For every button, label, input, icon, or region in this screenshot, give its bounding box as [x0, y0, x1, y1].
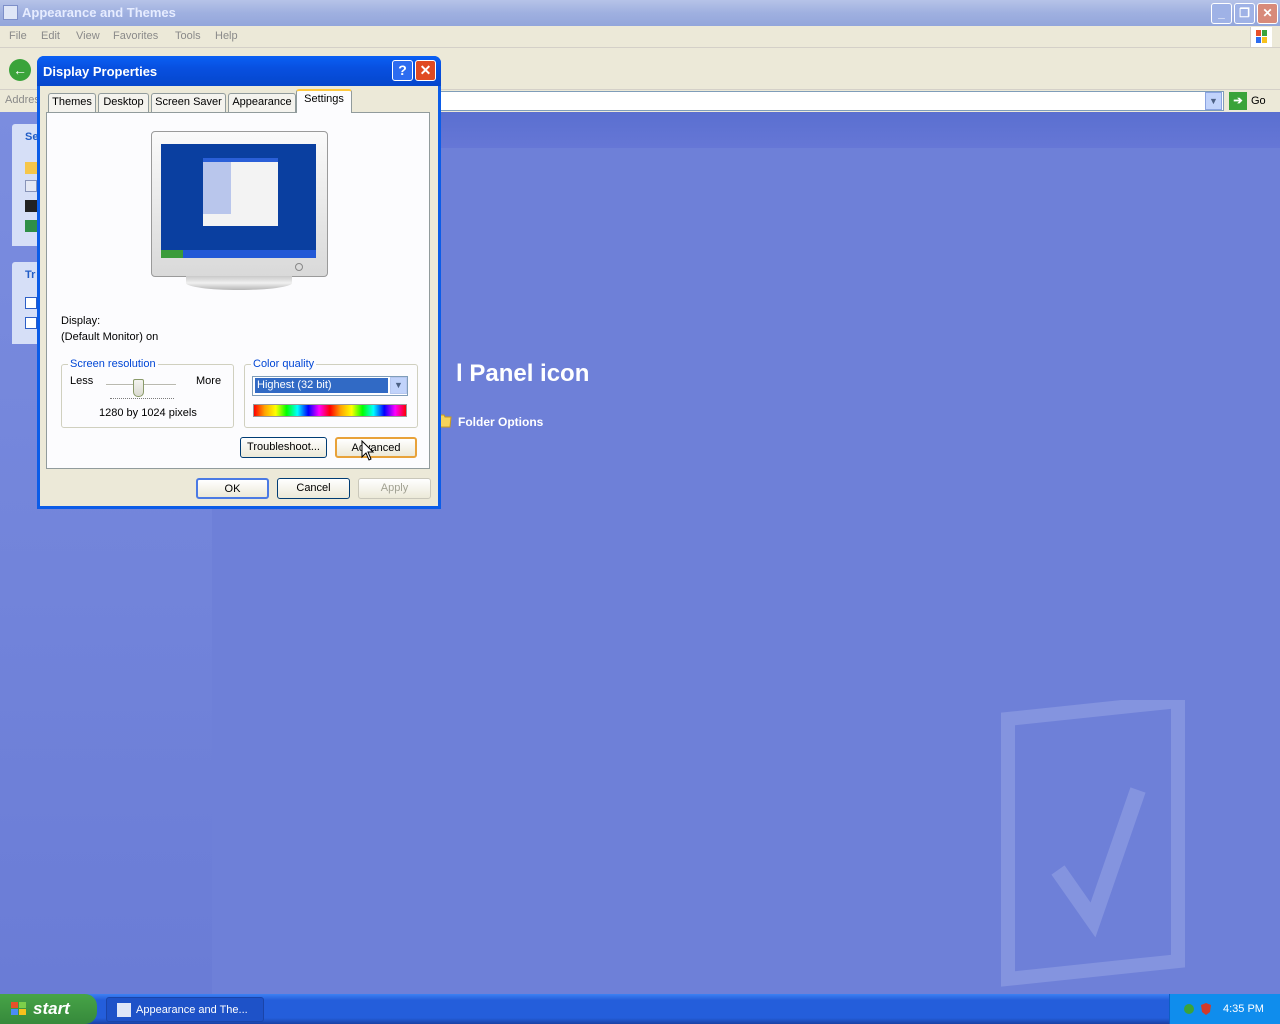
- folder-icon[interactable]: [25, 162, 37, 174]
- address-input[interactable]: [440, 91, 1224, 111]
- taskbar-item-label: Appearance and The...: [136, 1004, 248, 1016]
- network-icon[interactable]: [1182, 1002, 1196, 1016]
- cancel-button[interactable]: Cancel: [277, 478, 350, 499]
- troubleshoot-button[interactable]: Troubleshoot...: [240, 437, 327, 458]
- display-value: (Default Monitor) on: [61, 331, 159, 343]
- tab-screen-saver[interactable]: Screen Saver: [151, 93, 226, 112]
- control-panel-icon: [117, 1003, 131, 1017]
- advanced-button[interactable]: Advanced: [335, 437, 417, 458]
- preview-window-sidebar: [203, 162, 231, 214]
- close-icon: ✕: [419, 62, 432, 78]
- window-close-button[interactable]: ✕: [1257, 3, 1278, 24]
- help-icon[interactable]: [25, 297, 37, 309]
- control-panel-heading: l Panel icon: [456, 360, 590, 387]
- film-icon[interactable]: [25, 200, 37, 212]
- window-titlebar: Appearance and Themes _ ❐ ✕: [0, 0, 1280, 26]
- preview-start: [161, 250, 183, 258]
- window-title: Appearance and Themes: [22, 5, 176, 20]
- monitor-stand: [186, 276, 292, 290]
- color-quality-label: Color quality: [251, 358, 317, 370]
- menu-file[interactable]: File: [9, 30, 27, 42]
- appearance-watermark-icon: [1001, 700, 1185, 987]
- chevron-down-icon: ▼: [394, 380, 403, 390]
- resolution-value: 1280 by 1024 pixels: [99, 407, 197, 419]
- display-label: Display:: [61, 315, 101, 327]
- security-shield-icon[interactable]: [1200, 1002, 1212, 1016]
- dialog-close-button[interactable]: ✕: [415, 60, 436, 81]
- tab-appearance[interactable]: Appearance: [228, 93, 296, 112]
- back-arrow-icon: ←: [13, 62, 27, 78]
- page-icon[interactable]: [25, 180, 37, 192]
- mouse-pointer-icon: [361, 440, 375, 461]
- tab-settings[interactable]: Settings: [296, 89, 352, 113]
- dialog-titlebar[interactable]: Display Properties: [37, 56, 441, 86]
- go-arrow-icon: ➔: [1233, 95, 1243, 107]
- help-icon[interactable]: [25, 317, 37, 329]
- menu-favorites[interactable]: Favorites: [113, 30, 158, 42]
- color-quality-group: [244, 364, 418, 428]
- taskbar-item[interactable]: Appearance and The...: [106, 997, 264, 1022]
- restore-icon: ❐: [1239, 6, 1250, 20]
- address-dropdown-button[interactable]: ▼: [1205, 92, 1222, 110]
- minimize-button[interactable]: _: [1211, 3, 1232, 24]
- close-icon: ✕: [1262, 6, 1273, 20]
- resolution-slider-thumb[interactable]: [133, 379, 144, 397]
- apply-button[interactable]: Apply: [358, 478, 431, 499]
- ok-button[interactable]: OK: [196, 478, 269, 499]
- back-button[interactable]: ←: [9, 59, 31, 81]
- tab-desktop[interactable]: Desktop: [98, 93, 149, 112]
- color-spectrum-bar: [253, 404, 407, 417]
- color-quality-value[interactable]: Highest (32 bit): [255, 378, 388, 393]
- color-quality-dropdown-button[interactable]: ▼: [390, 377, 407, 394]
- menu-bar: File Edit View Favorites Tools Help: [0, 26, 1280, 48]
- menu-view[interactable]: View: [76, 30, 100, 42]
- folder-options-link[interactable]: Folder Options: [458, 415, 543, 429]
- chevron-down-icon: ▼: [1209, 96, 1218, 106]
- more-label: More: [196, 375, 222, 387]
- windows-logo-icon: [1250, 27, 1272, 47]
- menu-help[interactable]: Help: [215, 30, 238, 42]
- monitor-power-icon: [295, 263, 303, 271]
- help-button[interactable]: ?: [392, 60, 413, 81]
- preview-taskbar: [161, 250, 316, 258]
- troubleshooters-header[interactable]: Tr: [25, 269, 35, 281]
- menu-tools[interactable]: Tools: [175, 30, 201, 42]
- restore-button[interactable]: ❐: [1234, 3, 1255, 24]
- windows-flag-icon: [11, 1002, 26, 1015]
- control-panel-icon: [3, 5, 18, 20]
- picture-icon[interactable]: [25, 220, 37, 232]
- tab-themes[interactable]: Themes: [48, 93, 96, 112]
- less-label: Less: [70, 375, 94, 387]
- start-button[interactable]: start: [0, 994, 97, 1024]
- clock[interactable]: 4:35 PM: [1223, 1003, 1264, 1015]
- question-icon: ?: [398, 62, 407, 78]
- minimize-icon: _: [1218, 6, 1225, 20]
- resolution-slider-ticks: [110, 398, 174, 401]
- dialog-title: Display Properties: [43, 64, 158, 79]
- address-label: Addres: [5, 94, 40, 106]
- menu-edit[interactable]: Edit: [41, 30, 60, 42]
- start-label: start: [33, 999, 70, 1018]
- go-button[interactable]: ➔: [1229, 92, 1247, 110]
- go-label[interactable]: Go: [1251, 95, 1266, 107]
- screen-resolution-label: Screen resolution: [68, 358, 158, 370]
